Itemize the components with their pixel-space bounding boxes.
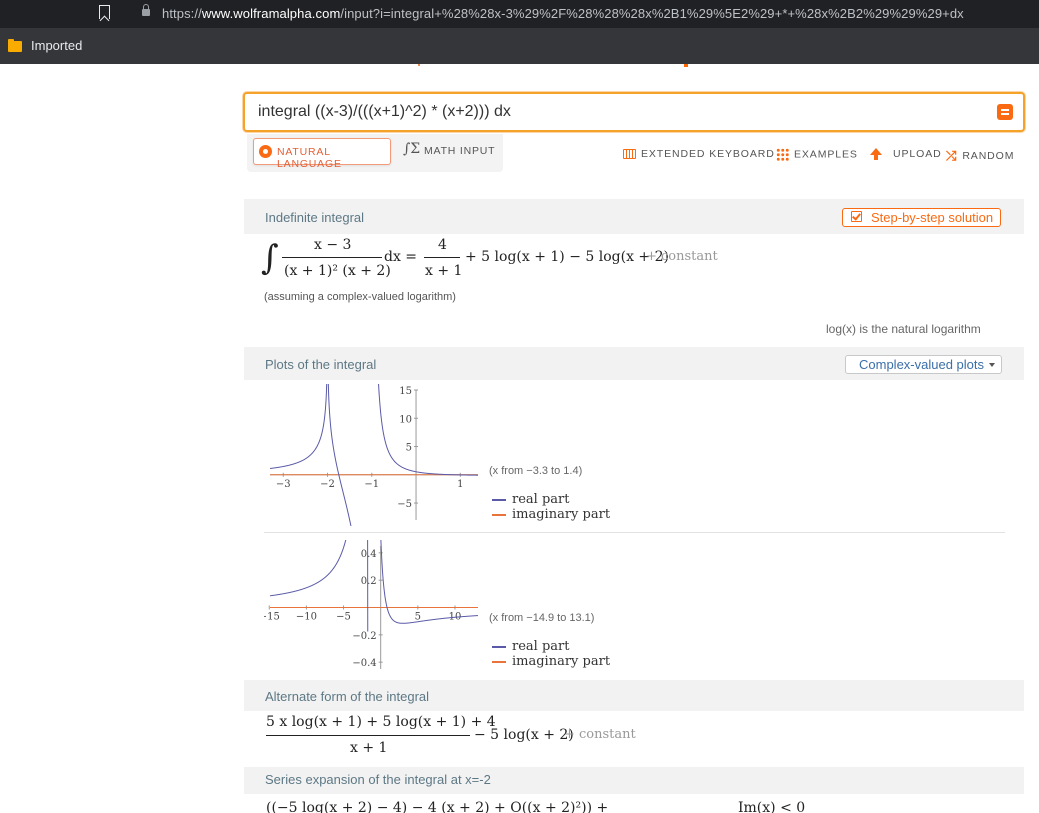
shuffle-icon: ⤮	[946, 148, 958, 163]
y-tick-label: −0.4	[352, 658, 376, 669]
url-text[interactable]: https://www.wolframalpha.com/input?i=int…	[162, 6, 964, 21]
fraction-bar	[424, 257, 460, 258]
bookmark-folder-imported[interactable]: Imported	[31, 38, 82, 53]
math-input-label: MATH INPUT	[424, 145, 496, 157]
integral-sign: ∫	[261, 238, 279, 278]
y-tick-label: −0.2	[352, 631, 376, 642]
random-button[interactable]: ⤮ RANDOM	[946, 148, 1014, 164]
log-definition-note: log(x) is the natural logarithm	[826, 322, 981, 336]
plot-divider	[264, 532, 1005, 533]
examples-label: EXAMPLES	[794, 148, 858, 161]
fraction-bar	[282, 257, 382, 258]
legend-real-label: real part	[512, 492, 570, 507]
checkbox-icon	[851, 211, 862, 222]
extended-keyboard-button[interactable]: EXTENDED KEYBOARD	[623, 148, 775, 160]
legend-imag-label: imaginary part	[512, 654, 611, 669]
series-expansion-terms: ((−5 log(x + 2) − 4) − 4 (x + 2) + O((x …	[266, 800, 609, 813]
chevron-down-icon	[989, 363, 995, 367]
plot-2-range: (x from −14.9 to 13.1)	[489, 612, 595, 624]
legend-swatch	[492, 498, 506, 501]
x-tick-label: 1	[457, 479, 463, 490]
folder-icon	[8, 39, 22, 52]
result-numerator: 4	[438, 237, 447, 253]
result-log-terms: + 5 log(x + 1) − 5 log(x + 2)	[465, 249, 669, 265]
alternate-denominator: x + 1	[350, 740, 388, 756]
plot-2: −15−10−55100.40.2−0.2−0.4	[264, 540, 479, 669]
lock-icon	[142, 4, 150, 16]
plot-1-range: (x from −3.3 to 1.4)	[489, 465, 583, 477]
plot-1-real-series	[269, 384, 479, 526]
x-tick-label: −10	[296, 612, 317, 623]
search-query[interactable]: integral ((x-3)/(((x+1)^2) * (x+2))) dx	[258, 103, 511, 121]
legend-real-label: real part	[512, 639, 570, 654]
step-by-step-label: Step-by-step solution	[871, 210, 994, 225]
y-tick-label: 15	[399, 386, 412, 397]
x-tick-label: −3	[276, 479, 291, 490]
x-tick-label: 5	[415, 612, 421, 623]
natural-language-button[interactable]: NATURAL LANGUAGE	[253, 138, 391, 170]
pod-title-plots: Plots of the integral	[265, 357, 377, 372]
legend-swatch	[492, 645, 506, 648]
integrand-denominator: (x + 1)² (x + 2)	[284, 263, 391, 279]
compute-button-icon[interactable]	[997, 104, 1013, 120]
x-tick-label: −15	[264, 612, 280, 623]
browser-address-bar[interactable]: https://www.wolframalpha.com/input?i=int…	[0, 0, 1039, 28]
header-remnant	[684, 64, 688, 67]
results-area: Indefinite integral Step-by-step solutio…	[244, 199, 1024, 813]
x-tick-label: −1	[364, 479, 379, 490]
legend-swatch	[492, 660, 506, 663]
examples-button[interactable]: EXAMPLES	[776, 148, 858, 161]
search-input[interactable]: integral ((x-3)/(((x+1)^2) * (x+2))) dx	[243, 92, 1025, 132]
keyboard-icon	[623, 149, 636, 160]
plot-1-legend-imag: imaginary part	[492, 507, 610, 522]
indefinite-integral-pod: ∫ x − 3 (x + 1)² (x + 2) dx = 4 x + 1 + …	[244, 234, 1024, 347]
plot-2-legend-real: real part	[492, 639, 569, 654]
fraction-bar	[266, 735, 470, 736]
plot-2-legend-imag: imaginary part	[492, 654, 610, 669]
pod-title-alternate-form: Alternate form of the integral	[265, 689, 430, 704]
dx-equals: dx =	[384, 249, 418, 265]
x-tick-label: −5	[336, 612, 351, 623]
y-tick-label: 0.4	[361, 549, 377, 560]
random-label: RANDOM	[962, 149, 1015, 162]
y-tick-label: 0.2	[361, 576, 377, 587]
integrand-numerator: x − 3	[314, 237, 352, 253]
bookmark-icon[interactable]	[99, 5, 110, 19]
y-tick-label: −5	[397, 499, 412, 510]
plots-pod: −3 −2 −1 1 15 10 5 −5 (x from −3.3 to 1.4) real…	[244, 380, 1024, 680]
pod-title-indefinite-integral: Indefinite integral	[265, 210, 365, 225]
alternate-constant: + constant	[564, 727, 636, 742]
math-input-button[interactable]: ∫Σ MATH INPUT	[403, 140, 499, 164]
bookmarks-bar: Imported	[0, 28, 1039, 64]
dropdown-label: Complex-valued plots	[859, 357, 985, 372]
y-tick-label: 10	[399, 414, 412, 425]
extended-keyboard-label: EXTENDED KEYBOARD	[641, 148, 775, 160]
upload-button[interactable]: UPLOAD	[870, 147, 942, 160]
y-tick-label: 5	[406, 443, 412, 454]
result-denominator: x + 1	[425, 263, 463, 279]
gear-icon	[259, 145, 272, 158]
grid-dots-icon	[776, 148, 789, 161]
input-mode-panel: NATURAL LANGUAGE ∫Σ MATH INPUT	[247, 134, 503, 172]
alternate-tail: − 5 log(x + 2)	[474, 727, 574, 743]
header-remnant	[418, 64, 420, 66]
complex-plots-dropdown[interactable]: Complex-valued plots	[845, 355, 1002, 374]
legend-imag-label: imaginary part	[512, 507, 611, 522]
x-tick-label: −2	[320, 479, 335, 490]
series-expansion-pod: ((−5 log(x + 2) − 4) − 4 (x + 2) + O((x …	[244, 794, 1024, 813]
alternate-form-pod: 5 x log(x + 1) + 5 log(x + 1) + 4 x + 1 …	[244, 711, 1024, 767]
legend-swatch	[492, 513, 506, 516]
plot-1: −3 −2 −1 1 15 10 5 −5	[269, 384, 479, 526]
integration-constant: + constant	[646, 249, 718, 264]
upload-arrow-icon	[870, 147, 882, 160]
step-by-step-button[interactable]: Step-by-step solution	[842, 208, 1001, 227]
alternate-numerator: 5 x log(x + 1) + 5 log(x + 1) + 4	[266, 714, 496, 730]
plot-1-legend-real: real part	[492, 492, 569, 507]
upload-label: UPLOAD	[893, 148, 942, 160]
series-condition: Im(x) < 0	[738, 800, 806, 813]
natural-language-label: NATURAL LANGUAGE	[277, 146, 342, 170]
assumption-note: (assuming a complex-valued logarithm)	[264, 291, 456, 303]
pod-title-series-expansion: Series expansion of the integral at x=-2	[265, 772, 491, 787]
math-symbols-icon: ∫Σ	[403, 141, 421, 157]
